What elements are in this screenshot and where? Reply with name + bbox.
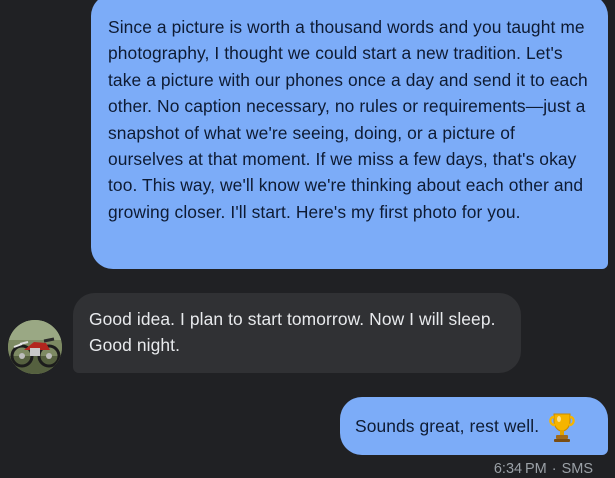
message-text: Sounds great, rest well. [355, 416, 540, 437]
outgoing-message-bubble[interactable]: Since a picture is worth a thousand word… [91, 0, 608, 269]
message-text: Good idea. I plan to start tomorrow. Now… [89, 309, 496, 356]
message-timestamp: 6:34 PM · SMS [494, 460, 593, 478]
timestamp-separator: · [551, 461, 557, 477]
timestamp-time: 6:34 PM [493, 461, 547, 477]
incoming-message-bubble[interactable]: Good idea. I plan to start tomorrow. Now… [73, 293, 521, 373]
message-thread: Since a picture is worth a thousand word… [0, 0, 615, 478]
message-text: Since a picture is worth a thousand word… [108, 17, 588, 222]
outgoing-message-bubble[interactable]: Sounds great, rest well. [340, 397, 608, 455]
trophy-icon [545, 410, 579, 444]
message-channel: SMS [561, 461, 593, 477]
contact-avatar[interactable] [8, 320, 62, 374]
motorcycle-photo-icon [8, 320, 62, 374]
